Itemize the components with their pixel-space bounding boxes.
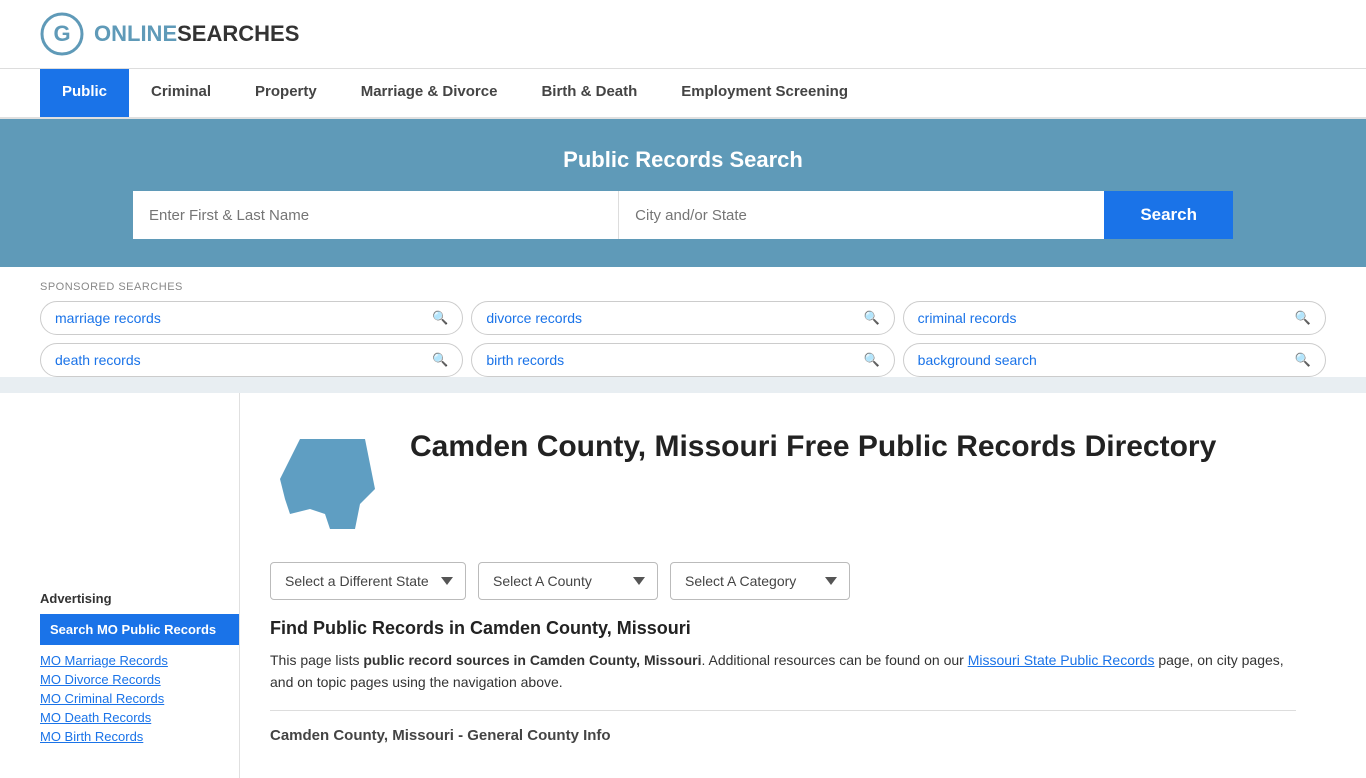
tag-label: birth records (486, 352, 564, 368)
main-nav: Public Criminal Property Marriage & Divo… (0, 69, 1366, 119)
logo-icon: G (40, 12, 84, 56)
tag-death-records[interactable]: death records 🔍 (40, 343, 463, 377)
find-text-before: This page lists (270, 652, 363, 668)
sidebar-link-criminal[interactable]: MO Criminal Records (40, 691, 239, 706)
tag-label: criminal records (918, 310, 1017, 326)
find-text-bold: public record sources in Camden County, … (363, 652, 701, 668)
search-form: Search (133, 191, 1233, 239)
nav-item-marriage-divorce[interactable]: Marriage & Divorce (339, 69, 520, 117)
tag-label: death records (55, 352, 141, 368)
nav-item-birth-death[interactable]: Birth & Death (519, 69, 659, 117)
main-content: Camden County, Missouri Free Public Reco… (240, 393, 1326, 778)
dropdown-row: Select a Different State Select A County… (270, 562, 1296, 600)
missouri-map-svg (270, 429, 390, 539)
tag-label: marriage records (55, 310, 161, 326)
sidebar: Advertising Search MO Public Records MO … (40, 393, 240, 778)
nav-item-public[interactable]: Public (40, 69, 129, 117)
find-text-after: . Additional resources can be found on o… (702, 652, 968, 668)
search-icon: 🔍 (863, 352, 879, 368)
find-records-title: Find Public Records in Camden County, Mi… (270, 618, 1296, 639)
sidebar-link-divorce[interactable]: MO Divorce Records (40, 672, 239, 687)
location-input[interactable] (618, 191, 1104, 239)
missouri-records-link[interactable]: Missouri State Public Records (968, 652, 1155, 668)
search-icon: 🔍 (1295, 310, 1311, 326)
svg-text:G: G (53, 21, 70, 46)
directory-section: Camden County, Missouri Free Public Reco… (270, 429, 1296, 542)
directory-title-text: Camden County, Missouri Free Public Reco… (410, 429, 1216, 465)
directory-title: Camden County, Missouri Free Public Reco… (410, 429, 1216, 465)
county-dropdown[interactable]: Select A County (478, 562, 658, 600)
tag-divorce-records[interactable]: divorce records 🔍 (471, 301, 894, 335)
nav-item-criminal[interactable]: Criminal (129, 69, 233, 117)
search-banner: Public Records Search Search (0, 119, 1366, 267)
site-header: G ONLINESEARCHES (0, 0, 1366, 69)
content-wrapper: Advertising Search MO Public Records MO … (0, 393, 1366, 778)
sponsored-label: SPONSORED SEARCHES (40, 281, 1326, 293)
search-icon: 🔍 (432, 352, 448, 368)
sidebar-link-birth[interactable]: MO Birth Records (40, 729, 239, 744)
logo-text: ONLINESEARCHES (94, 21, 299, 47)
logo-text-colored: ONLINE (94, 21, 177, 46)
sidebar-ad-highlight[interactable]: Search MO Public Records (40, 614, 239, 645)
sidebar-ad-label: Advertising (40, 591, 239, 606)
find-records-text: This page lists public record sources in… (270, 649, 1296, 694)
nav-item-property[interactable]: Property (233, 69, 339, 117)
top-area: SPONSORED SEARCHES marriage records 🔍 di… (0, 267, 1366, 377)
tag-marriage-records[interactable]: marriage records 🔍 (40, 301, 463, 335)
tag-label: background search (918, 352, 1037, 368)
search-icon: 🔍 (863, 310, 879, 326)
tag-label: divorce records (486, 310, 582, 326)
tag-birth-records[interactable]: birth records 🔍 (471, 343, 894, 377)
sidebar-link-marriage[interactable]: MO Marriage Records (40, 653, 239, 668)
tag-criminal-records[interactable]: criminal records 🔍 (903, 301, 1326, 335)
find-records-section: Find Public Records in Camden County, Mi… (270, 618, 1296, 694)
section-divider (270, 710, 1296, 711)
logo-text-plain: SEARCHES (177, 21, 299, 46)
logo[interactable]: G ONLINESEARCHES (40, 12, 299, 56)
sidebar-link-death[interactable]: MO Death Records (40, 710, 239, 725)
search-icon: 🔍 (1295, 352, 1311, 368)
tag-background-search[interactable]: background search 🔍 (903, 343, 1326, 377)
sponsored-tags: marriage records 🔍 divorce records 🔍 cri… (40, 301, 1326, 377)
state-map (270, 429, 390, 542)
nav-item-employment[interactable]: Employment Screening (659, 69, 870, 117)
search-banner-title: Public Records Search (40, 147, 1326, 173)
general-info-title: Camden County, Missouri - General County… (270, 727, 1296, 744)
category-dropdown[interactable]: Select A Category (670, 562, 850, 600)
name-input[interactable] (133, 191, 618, 239)
state-dropdown[interactable]: Select a Different State (270, 562, 466, 600)
search-button[interactable]: Search (1104, 191, 1233, 239)
search-icon: 🔍 (432, 310, 448, 326)
